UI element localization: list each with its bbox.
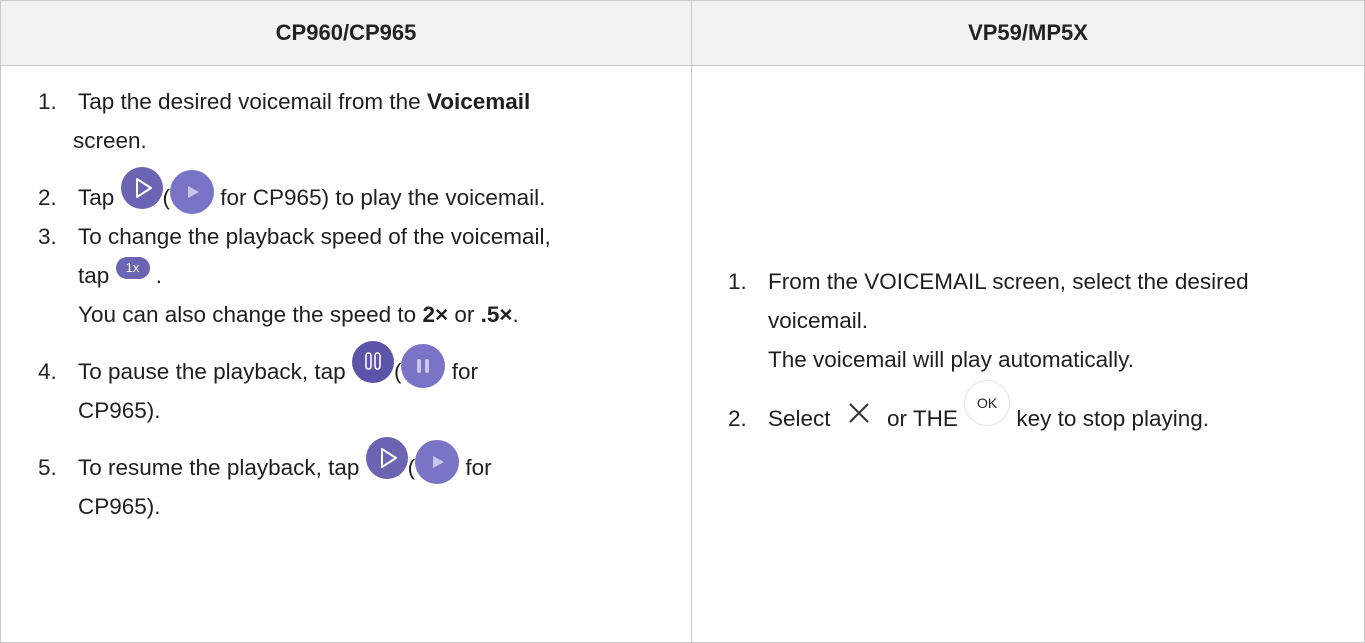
- list-item: 2. Tap ( for CP965) to play the voicemai…: [38, 167, 1345, 217]
- column-header-cp960: CP960/CP965: [0, 0, 692, 66]
- vp59-steps: 1. From the VOICEMAIL screen, select the…: [728, 262, 1249, 438]
- speed-1x-icon: 1x: [115, 257, 150, 280]
- header-row: CP960/CP965 VP59/MP5X: [0, 0, 1365, 66]
- pause-solid-icon: [401, 344, 446, 389]
- close-x-icon: [845, 399, 873, 427]
- pause-icon: [351, 341, 394, 384]
- voicemail-label: Voicemail: [426, 89, 531, 114]
- list-item: 5. To resume the playback, tap ( for CP9…: [38, 437, 1345, 526]
- play-outline-icon: [365, 437, 408, 480]
- play-solid-icon: [170, 170, 215, 215]
- play-outline-icon: [120, 167, 163, 210]
- list-item: 1. From the VOICEMAIL screen, select the…: [728, 269, 1249, 372]
- list-item: 2. Select or THE OK key to stop playing.: [728, 380, 1249, 438]
- list-item: 1. Tap the desired voicemail from the Vo…: [38, 89, 531, 153]
- column-header-vp59: VP59/MP5X: [691, 0, 1365, 66]
- play-solid-icon: [415, 440, 460, 485]
- ok-key-icon: OK: [964, 380, 1011, 427]
